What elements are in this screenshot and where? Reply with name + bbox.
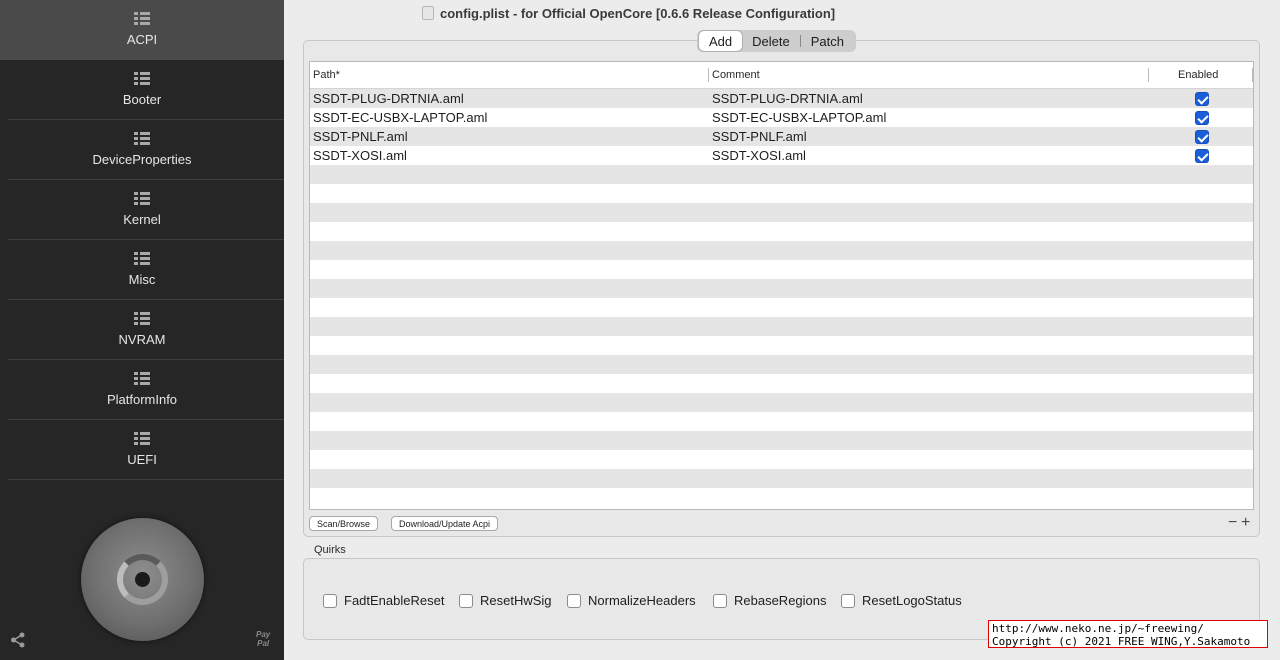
quirk-label: FadtEnableReset	[344, 593, 445, 608]
remove-row-button[interactable]: −	[1228, 515, 1237, 531]
empty-table-row[interactable]	[310, 298, 1253, 317]
empty-table-row[interactable]	[310, 241, 1253, 260]
credit-url: http://www.neko.ne.jp/~freewing/	[992, 622, 1204, 635]
empty-table-row[interactable]	[310, 336, 1253, 355]
sidebar-item-deviceproperties[interactable]: DeviceProperties	[0, 120, 284, 180]
enabled-checkbox[interactable]	[1195, 111, 1209, 125]
sidebar-item-nvram[interactable]: NVRAM	[0, 300, 284, 360]
acpi-add-table[interactable]: Path* Comment Enabled SSDT-PLUG-DRTNIA.a…	[309, 61, 1254, 510]
empty-table-row[interactable]	[310, 222, 1253, 241]
acpi-tab-control: Add Delete Patch	[697, 30, 856, 52]
empty-table-row[interactable]	[310, 374, 1253, 393]
column-header-path[interactable]: Path*	[313, 69, 340, 81]
quirk-fadtenablereset[interactable]: FadtEnableReset	[323, 593, 444, 608]
checkbox[interactable]	[567, 593, 581, 608]
checkbox[interactable]	[841, 593, 855, 608]
empty-table-row[interactable]	[310, 469, 1253, 488]
enabled-checkbox[interactable]	[1195, 149, 1209, 163]
scan-browse-button[interactable]: Scan/Browse	[309, 516, 379, 531]
empty-table-row[interactable]	[310, 203, 1253, 222]
document-icon	[422, 6, 434, 20]
column-header-comment[interactable]: Comment	[712, 69, 760, 81]
empty-table-row[interactable]	[310, 488, 1253, 507]
cell-path[interactable]: SSDT-EC-USBX-LAPTOP.aml	[313, 110, 487, 125]
column-header-enabled[interactable]: Enabled	[1178, 69, 1218, 81]
list-icon	[134, 312, 150, 326]
cell-path[interactable]: SSDT-XOSI.aml	[313, 148, 407, 163]
cell-path[interactable]: SSDT-PLUG-DRTNIA.aml	[313, 91, 464, 106]
sidebar-item-misc[interactable]: Misc	[0, 240, 284, 300]
table-header: Path* Comment Enabled	[310, 62, 1253, 89]
list-icon	[134, 372, 150, 386]
list-icon	[134, 252, 150, 266]
cell-comment[interactable]: SSDT-EC-USBX-LAPTOP.aml	[712, 110, 886, 125]
share-icon[interactable]	[10, 632, 26, 648]
list-icon	[134, 432, 150, 446]
opencore-disc-logo	[81, 518, 204, 641]
checkbox[interactable]	[713, 593, 727, 608]
empty-table-row[interactable]	[310, 184, 1253, 203]
tab-patch[interactable]: Patch	[801, 31, 854, 51]
sidebar-item-label: UEFI	[127, 452, 157, 467]
sidebar-item-label: Booter	[122, 92, 162, 107]
credit-copyright: Copyright (c) 2021 FREE WING,Y.Sakamoto	[992, 635, 1251, 648]
tab-delete[interactable]: Delete	[742, 31, 800, 51]
window-title: config.plist - for Official OpenCore [0.…	[440, 6, 836, 21]
quirk-label: ResetLogoStatus	[862, 593, 962, 608]
sidebar-item-label: Kernel	[123, 212, 161, 227]
quirk-label: RebaseRegions	[734, 593, 827, 608]
quirk-label: ResetHwSig	[480, 593, 552, 608]
paypal-logo[interactable]: Pay Pal	[256, 630, 270, 648]
empty-table-row[interactable]	[310, 450, 1253, 469]
table-body: SSDT-PLUG-DRTNIA.aml SSDT-PLUG-DRTNIA.aml…	[310, 89, 1253, 507]
credit-overlay: http://www.neko.ne.jp/~freewing/ Copyrig…	[988, 620, 1268, 648]
sidebar-item-label: Misc	[128, 272, 156, 287]
table-row[interactable]: SSDT-PLUG-DRTNIA.aml SSDT-PLUG-DRTNIA.aml	[310, 89, 1253, 108]
list-icon	[134, 132, 150, 146]
sidebar-item-label: NVRAM	[118, 332, 166, 347]
empty-table-row[interactable]	[310, 412, 1253, 431]
cell-path[interactable]: SSDT-PNLF.aml	[313, 129, 408, 144]
empty-table-row[interactable]	[310, 317, 1253, 336]
quirk-resetlogostatus[interactable]: ResetLogoStatus	[841, 593, 962, 608]
quirk-resethwsig[interactable]: ResetHwSig	[459, 593, 552, 608]
tab-add[interactable]: Add	[699, 31, 743, 51]
sidebar-item-kernel[interactable]: Kernel	[0, 180, 284, 240]
sidebar: ACPI Booter DeviceProperties Kernel Misc…	[0, 0, 284, 660]
enabled-checkbox[interactable]	[1195, 130, 1209, 144]
sidebar-item-label: PlatformInfo	[106, 392, 178, 407]
download-update-acpi-button[interactable]: Download/Update Acpi	[391, 516, 499, 531]
quirks-label: Quirks	[314, 544, 346, 556]
empty-table-row[interactable]	[310, 260, 1253, 279]
cell-comment[interactable]: SSDT-PNLF.aml	[712, 129, 807, 144]
list-icon	[134, 72, 150, 86]
sidebar-item-booter[interactable]: Booter	[0, 60, 284, 120]
empty-table-row[interactable]	[310, 393, 1253, 412]
sidebar-item-label: DeviceProperties	[92, 152, 192, 167]
sidebar-item-label: ACPI	[126, 32, 158, 47]
table-row[interactable]: SSDT-XOSI.aml SSDT-XOSI.aml	[310, 146, 1253, 165]
empty-table-row[interactable]	[310, 279, 1253, 298]
checkbox[interactable]	[459, 593, 473, 608]
table-row[interactable]: SSDT-EC-USBX-LAPTOP.aml SSDT-EC-USBX-LAPT…	[310, 108, 1253, 127]
list-icon	[134, 192, 150, 206]
add-row-button[interactable]: +	[1241, 515, 1250, 531]
sidebar-item-acpi[interactable]: ACPI	[0, 0, 284, 60]
sidebar-item-uefi[interactable]: UEFI	[0, 420, 284, 480]
cell-comment[interactable]: SSDT-PLUG-DRTNIA.aml	[712, 91, 863, 106]
enabled-checkbox[interactable]	[1195, 92, 1209, 106]
empty-table-row[interactable]	[310, 165, 1253, 184]
quirk-rebaseregions[interactable]: RebaseRegions	[713, 593, 827, 608]
empty-table-row[interactable]	[310, 355, 1253, 374]
sidebar-item-platforminfo[interactable]: PlatformInfo	[0, 360, 284, 420]
quirk-normalizeheaders[interactable]: NormalizeHeaders	[567, 593, 696, 608]
checkbox[interactable]	[323, 593, 337, 608]
cell-comment[interactable]: SSDT-XOSI.aml	[712, 148, 806, 163]
table-row[interactable]: SSDT-PNLF.aml SSDT-PNLF.aml	[310, 127, 1253, 146]
quirk-label: NormalizeHeaders	[588, 593, 696, 608]
empty-table-row[interactable]	[310, 431, 1253, 450]
list-icon	[134, 12, 150, 26]
